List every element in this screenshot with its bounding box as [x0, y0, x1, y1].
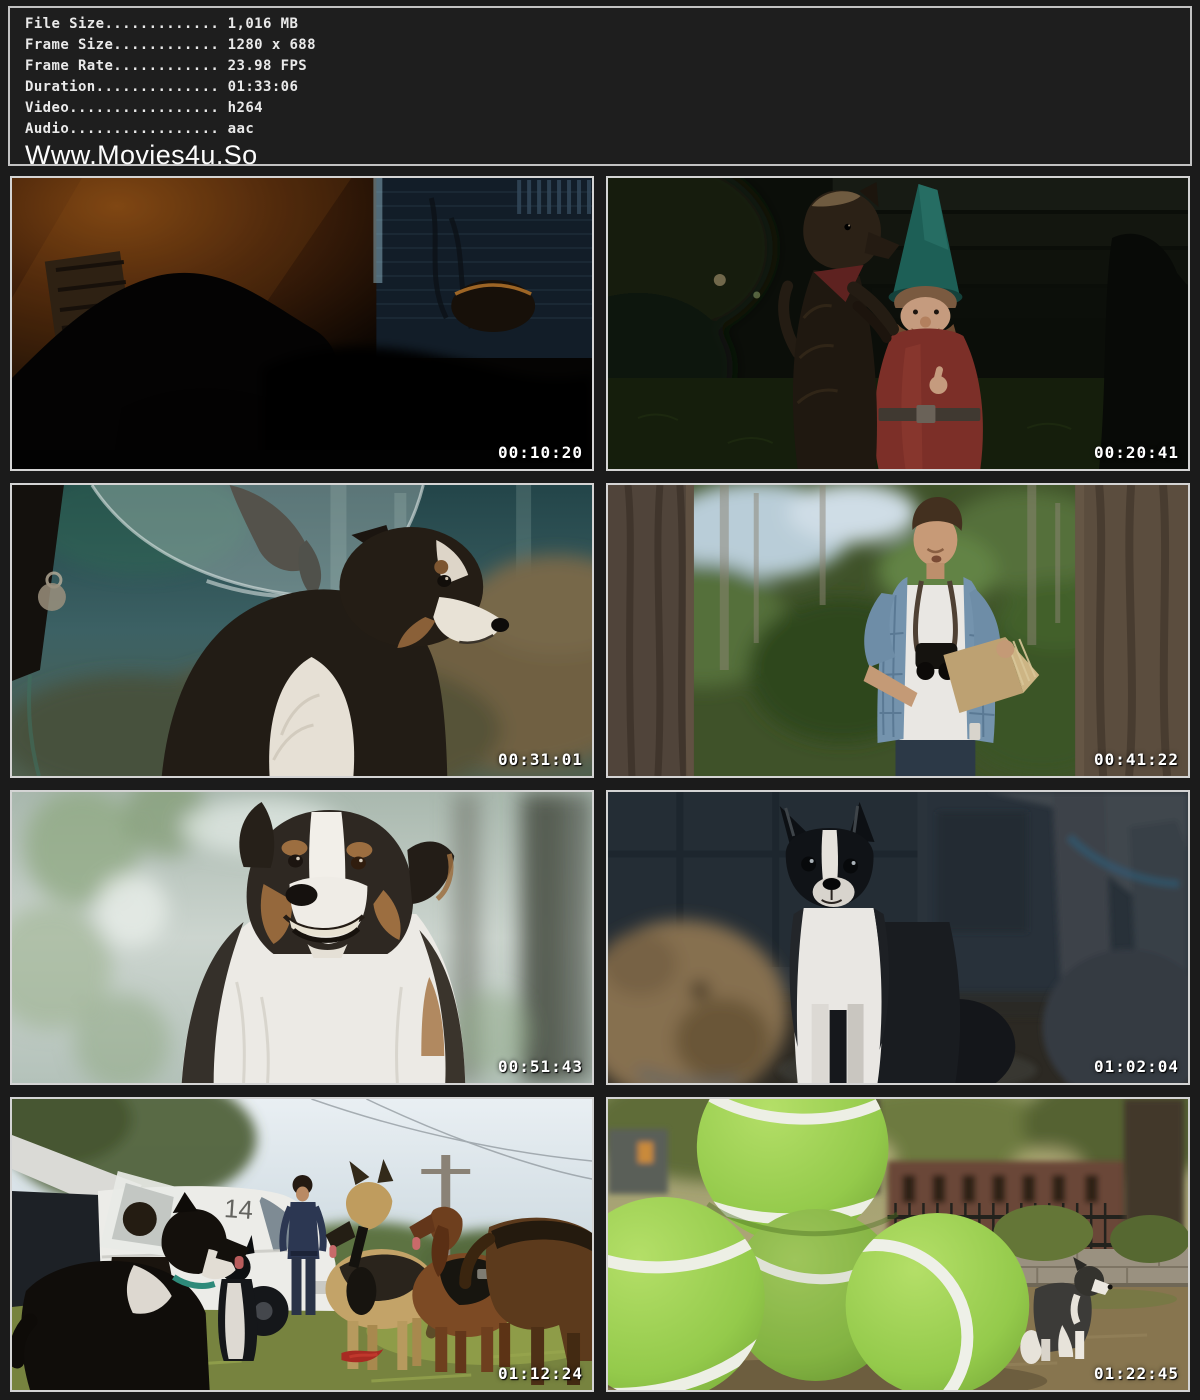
info-label: Duration — [25, 79, 96, 95]
info-label: Frame Rate — [25, 58, 113, 74]
timestamp-overlay: 00:10:20 — [498, 443, 583, 462]
van-number: 14 — [223, 1193, 254, 1225]
scene-aussie-closeup — [12, 792, 592, 1083]
screenshot-thumbnail: 00:51:43 — [10, 790, 594, 1085]
screenshot-thumbnail: 14 — [10, 1097, 594, 1392]
info-label: Audio — [25, 121, 69, 137]
barrel — [451, 280, 535, 332]
timestamp-overlay: 00:20:41 — [1094, 443, 1179, 462]
timestamp-overlay: 01:12:24 — [498, 1364, 583, 1383]
media-info-row: Audio................. aac — [25, 119, 1190, 140]
info-value: 23.98 FPS — [228, 58, 307, 74]
scene-barn-pup — [12, 485, 592, 776]
screenshot-thumbnail: 00:20:41 — [606, 176, 1190, 471]
scene-dark-alley — [12, 178, 592, 469]
screenshot-thumbnail: 01:02:04 — [606, 790, 1190, 1085]
scene-k9-yard: 14 — [12, 1099, 592, 1390]
screenshot-thumbnail: 01:22:45 — [606, 1097, 1190, 1392]
info-dots: ................. — [69, 121, 219, 137]
media-info-panel: File Size............. 1,016 MB Frame Siz… — [8, 6, 1192, 166]
scene-boston-terrier — [608, 792, 1188, 1083]
media-info-row: File Size............. 1,016 MB — [25, 14, 1190, 35]
info-label: Video — [25, 100, 69, 116]
info-dots: ................. — [69, 100, 219, 116]
media-info-row: Frame Rate............ 23.98 FPS — [25, 56, 1190, 77]
screenshot-grid: 00:10:20 — [10, 176, 1190, 1392]
scene-gnome — [608, 178, 1188, 469]
timestamp-overlay: 00:51:43 — [498, 1057, 583, 1076]
info-value: 01:33:06 — [228, 79, 299, 95]
media-info-row: Video................. h264 — [25, 98, 1190, 119]
info-dots: ............ — [113, 58, 219, 74]
pine-trunk-right — [1075, 485, 1188, 776]
timestamp-overlay: 01:02:04 — [1094, 1057, 1179, 1076]
info-label: File Size — [25, 16, 104, 32]
info-value: 1,016 MB — [228, 16, 299, 32]
media-info-row: Frame Size............ 1280 x 688 — [25, 35, 1190, 56]
info-dots: ............ — [113, 37, 219, 53]
deer-statue-silhouette — [1099, 234, 1188, 469]
bokeh-light — [714, 274, 726, 286]
screenshot-thumbnail: 00:10:20 — [10, 176, 594, 471]
pine-trunk-left — [608, 485, 694, 776]
info-dots: .............. — [96, 79, 220, 95]
info-value: h264 — [228, 100, 263, 116]
screenshot-thumbnail: 00:41:22 — [606, 483, 1190, 778]
info-label: Frame Size — [25, 37, 113, 53]
screenshot-thumbnail: 00:31:01 — [10, 483, 594, 778]
info-value: 1280 x 688 — [228, 37, 316, 53]
scene-forest-man — [608, 485, 1188, 776]
timestamp-overlay: 01:22:45 — [1094, 1364, 1179, 1383]
bokeh-light — [753, 292, 760, 299]
info-value: aac — [228, 121, 255, 137]
info-dots: ............. — [104, 16, 219, 32]
site-watermark: Www.Movies4u.So — [25, 140, 1190, 170]
media-info-row: Duration.............. 01:33:06 — [25, 77, 1190, 98]
timestamp-overlay: 00:31:01 — [498, 750, 583, 769]
timestamp-overlay: 00:41:22 — [1094, 750, 1179, 769]
scene-tennis-balls — [608, 1099, 1188, 1390]
